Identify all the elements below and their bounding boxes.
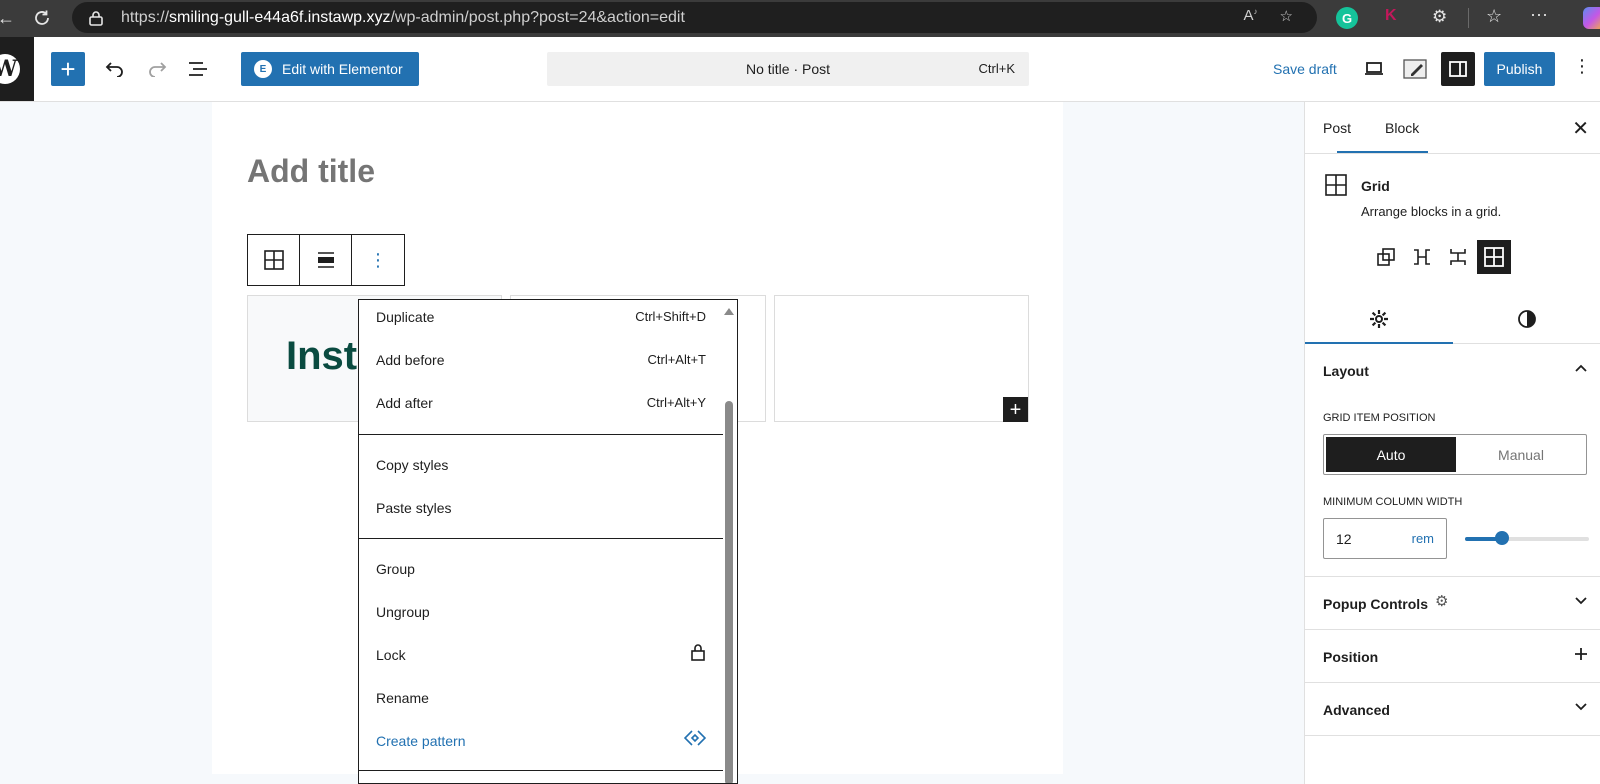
block-variations — [1369, 240, 1511, 274]
address-bar[interactable]: https://smiling-gull-e44a6f.instawp.xyz/… — [72, 2, 1317, 33]
chevron-down-icon — [1573, 699, 1589, 720]
menu-divider — [359, 770, 723, 771]
plus-icon — [1573, 646, 1589, 667]
elementor-label: Edit with Elementor — [282, 61, 403, 77]
position-panel-header[interactable]: Position — [1305, 630, 1600, 683]
tab-block[interactable]: Block — [1385, 120, 1419, 136]
group-variation-icon[interactable] — [1369, 240, 1403, 274]
save-draft-button[interactable]: Save draft — [1273, 61, 1337, 77]
settings-sidebar-toggle[interactable] — [1441, 52, 1475, 86]
scroll-up-arrow-icon[interactable] — [724, 308, 734, 315]
active-tab-indicator — [1337, 151, 1428, 153]
editor-header: W + E Edit with Elementor No title · Pos… — [0, 37, 1600, 102]
menu-scrollbar-thumb[interactable] — [725, 401, 733, 783]
grid-item-position-label: GRID ITEM POSITION — [1323, 412, 1436, 424]
menu-item-create-pattern[interactable]: Create pattern — [376, 726, 707, 756]
options-icon[interactable]: ⋮ — [1573, 57, 1591, 75]
redo-icon[interactable] — [140, 52, 174, 86]
extensions-icon[interactable]: ⚙ — [1432, 7, 1447, 27]
tab-post[interactable]: Post — [1323, 120, 1351, 136]
styles-tab-contrast-icon[interactable] — [1453, 294, 1600, 344]
command-palette-bar[interactable]: No title · Post Ctrl+K — [547, 52, 1029, 86]
block-card-title: Grid — [1361, 178, 1390, 194]
menu-item-add-before[interactable]: Add before Ctrl+Alt+T — [376, 345, 706, 375]
stack-variation-icon[interactable] — [1441, 240, 1475, 274]
menu-item-ungroup[interactable]: Ungroup — [376, 597, 706, 627]
grid-cell[interactable] — [774, 295, 1029, 422]
block-appender-button[interactable]: + — [1003, 397, 1028, 422]
cogs-icon: ⚙ — [1435, 593, 1449, 610]
command-shortcut: Ctrl+K — [978, 61, 1015, 76]
publish-button[interactable]: Publish — [1484, 52, 1555, 86]
preview-device-icon[interactable] — [1357, 52, 1391, 86]
menu-divider — [359, 434, 723, 435]
extension-k-icon[interactable]: K — [1385, 7, 1397, 25]
menu-item-paste-styles[interactable]: Paste styles — [376, 493, 706, 523]
refresh-icon[interactable] — [28, 4, 56, 32]
lock-icon — [89, 10, 103, 26]
chevron-down-icon — [1573, 593, 1589, 614]
undo-icon[interactable] — [98, 52, 132, 86]
menu-divider — [359, 538, 723, 539]
favorites-icon[interactable]: ☆ — [1486, 6, 1502, 27]
post-title-field[interactable]: Add title — [247, 153, 375, 190]
elementor-editor-icon[interactable] — [1398, 52, 1432, 86]
block-toolbar: ⋮ — [247, 234, 405, 286]
layout-panel-header[interactable]: Layout — [1305, 344, 1600, 397]
pattern-icon — [683, 729, 707, 750]
settings-sidebar: Post Block ✕ Grid Arrange blocks in a gr… — [1304, 102, 1600, 784]
option-auto[interactable]: Auto — [1326, 437, 1456, 472]
block-options-menu: Duplicate Ctrl+Shift+D Add before Ctrl+Alt… — [358, 299, 738, 784]
grammarly-icon[interactable]: G — [1336, 7, 1358, 29]
cell-heading[interactable]: Inst — [286, 334, 357, 379]
menu-item-lock[interactable]: Lock — [376, 640, 706, 670]
min-column-width-slider[interactable] — [1465, 531, 1589, 545]
document-title: No title · Post — [745, 61, 831, 77]
popup-controls-panel-header[interactable]: Popup Controls ⚙ — [1305, 577, 1600, 630]
document-overview-icon[interactable] — [181, 52, 215, 86]
browser-toolbar: ← https://smiling-gull-e44a6f.instawp.xy… — [0, 0, 1600, 37]
back-icon[interactable]: ← — [0, 4, 20, 32]
lock-icon — [690, 643, 706, 664]
block-inserter-button[interactable]: + — [51, 52, 85, 86]
menu-item-duplicate[interactable]: Duplicate Ctrl+Shift+D — [376, 302, 706, 332]
close-icon[interactable]: ✕ — [1572, 116, 1589, 141]
menu-item-group[interactable]: Group — [376, 554, 706, 584]
grid-block-icon[interactable] — [248, 235, 300, 285]
menu-item-copy-styles[interactable]: Copy styles — [376, 450, 706, 480]
slider-thumb[interactable] — [1495, 531, 1509, 545]
copilot-icon[interactable] — [1583, 7, 1600, 29]
menu-item-rename[interactable]: Rename — [376, 683, 706, 713]
chevron-up-icon — [1573, 360, 1589, 381]
toolbar-divider — [1468, 8, 1469, 28]
menu-item-add-after[interactable]: Add after Ctrl+Alt+Y — [376, 388, 706, 418]
edit-with-elementor-button[interactable]: E Edit with Elementor — [241, 52, 419, 86]
grid-item-position-toggle: Auto Manual — [1323, 434, 1587, 475]
min-column-width-input[interactable]: 12 rem — [1323, 518, 1447, 559]
block-options-icon[interactable]: ⋮ — [352, 235, 404, 285]
grid-variation-icon[interactable] — [1477, 240, 1511, 274]
align-icon[interactable] — [300, 235, 352, 285]
settings-tab-gear-icon[interactable] — [1305, 294, 1453, 344]
sidebar-subtabs — [1305, 294, 1600, 344]
read-aloud-icon[interactable]: A♪ — [1244, 7, 1258, 25]
wordpress-logo-icon[interactable]: W — [0, 37, 34, 101]
favorite-star-icon[interactable]: ☆ — [1280, 7, 1293, 25]
option-manual[interactable]: Manual — [1456, 437, 1586, 472]
min-column-width-label: MINIMUM COLUMN WIDTH — [1323, 496, 1463, 508]
sidebar-tabs: Post Block ✕ — [1305, 102, 1600, 154]
block-card-description: Arrange blocks in a grid. — [1361, 204, 1502, 219]
url-text: https://smiling-gull-e44a6f.instawp.xyz/… — [121, 8, 685, 26]
unit-select[interactable]: rem — [1412, 531, 1434, 546]
elementor-icon: E — [254, 60, 272, 78]
advanced-panel-header[interactable]: Advanced — [1305, 683, 1600, 736]
grid-block-icon — [1325, 174, 1347, 201]
more-menu-icon[interactable]: ··· — [1530, 4, 1548, 25]
row-variation-icon[interactable] — [1405, 240, 1439, 274]
